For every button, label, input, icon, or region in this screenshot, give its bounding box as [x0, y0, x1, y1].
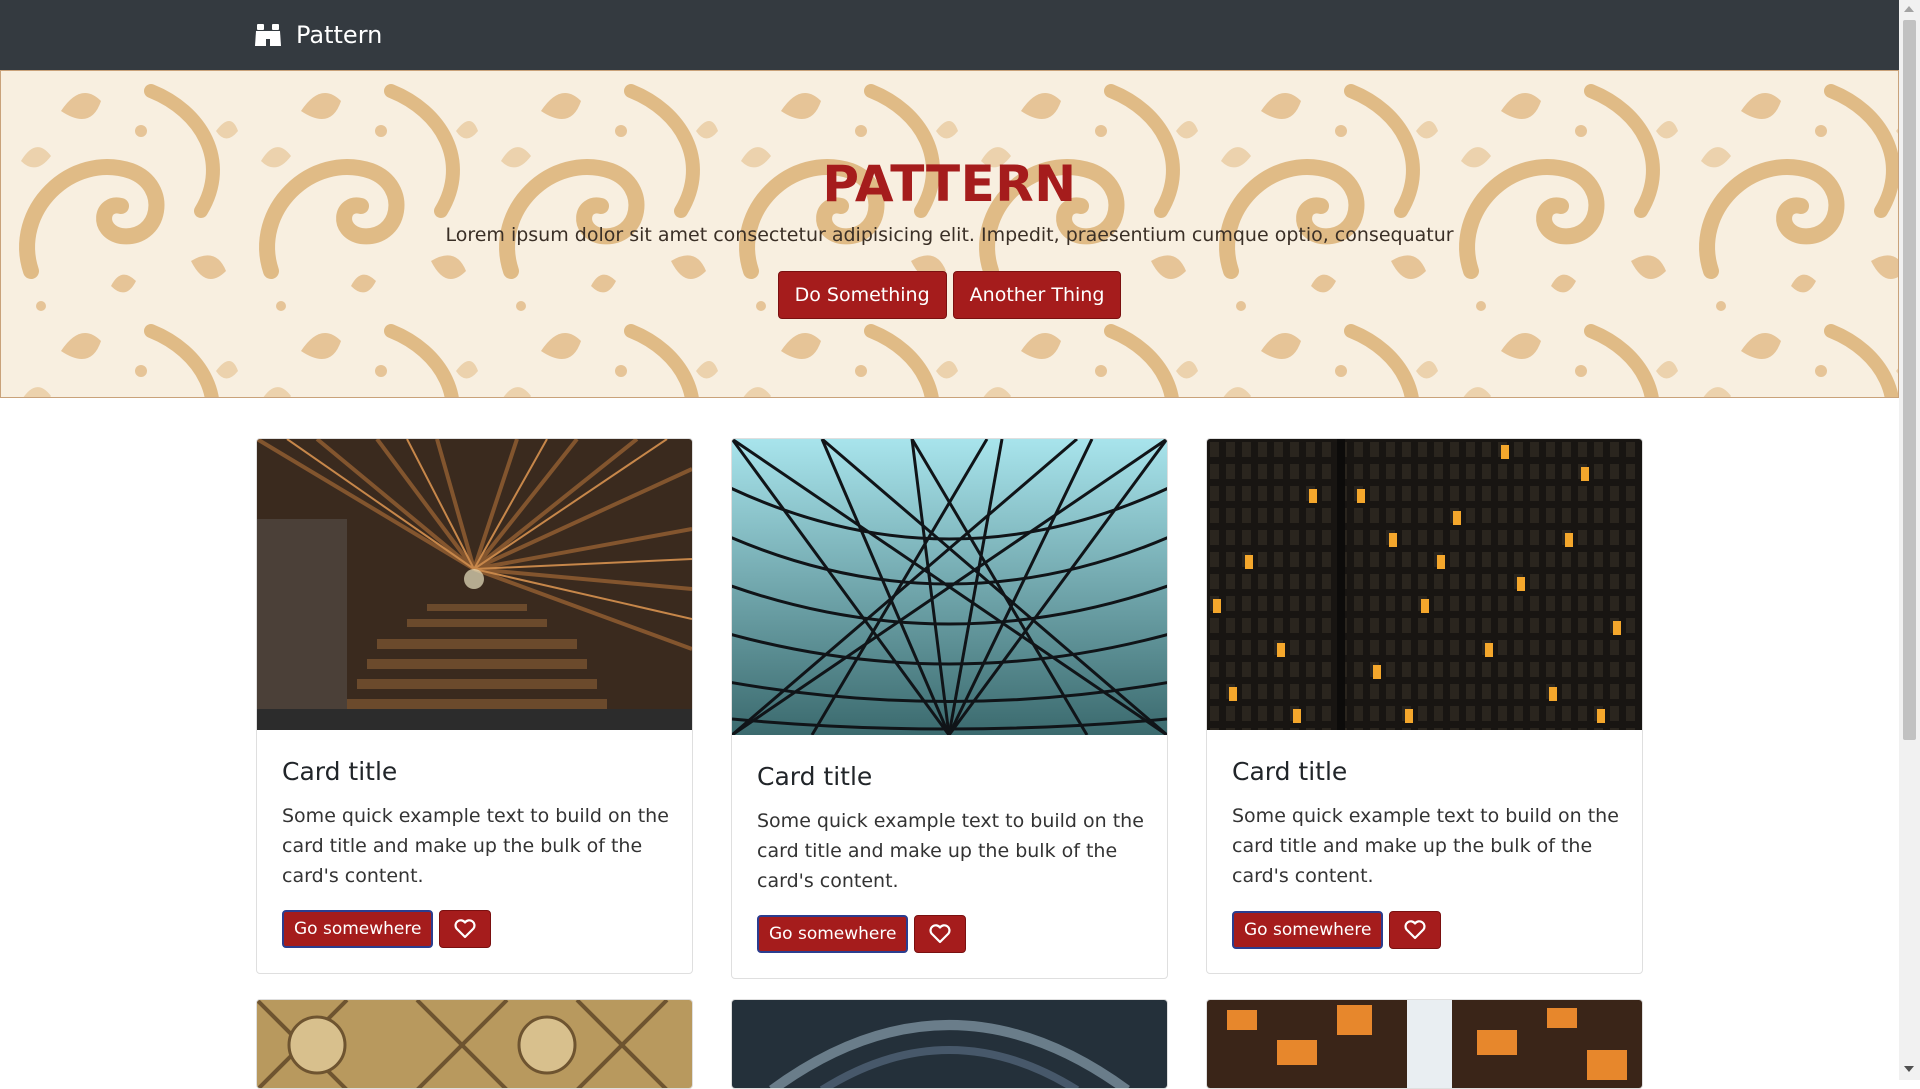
card-text: Some quick example text to build on the …	[1232, 805, 1619, 887]
card-image	[1207, 1000, 1642, 1088]
go-somewhere-button[interactable]: Go somewhere	[757, 915, 909, 953]
card-title: Card title	[1232, 757, 1348, 786]
hero-actions: Do Something Another Thing	[1, 271, 1898, 319]
binoculars-icon	[254, 22, 282, 48]
card-title: Card title	[282, 757, 398, 786]
hero-banner: PATTERN Lorem ipsum dolor sit amet conse…	[0, 70, 1899, 398]
card-actions: Go somewhere	[1232, 911, 1442, 949]
card-image	[732, 439, 1167, 735]
card-actions: Go somewhere	[757, 915, 967, 953]
heart-icon	[1404, 920, 1426, 940]
favorite-button[interactable]	[1389, 911, 1442, 949]
hero-title: PATTERN	[822, 155, 1077, 213]
card: Card title Some quick example text to bu…	[256, 438, 693, 974]
go-somewhere-button[interactable]: Go somewhere	[1232, 911, 1384, 949]
another-thing-button[interactable]: Another Thing	[952, 271, 1122, 319]
hero-subtitle: Lorem ipsum dolor sit amet consectetur a…	[445, 224, 1454, 246]
navbar-brand[interactable]: Pattern	[254, 0, 382, 70]
card: Card title Some quick example text to bu…	[1206, 438, 1643, 974]
card-text: Some quick example text to build on the …	[282, 805, 669, 887]
scroll-down-arrow[interactable]	[1904, 1066, 1914, 1072]
heart-icon	[929, 924, 951, 944]
card-title: Card title	[757, 762, 873, 791]
card-image	[257, 1000, 692, 1088]
favorite-button[interactable]	[914, 915, 967, 953]
card-image	[732, 1000, 1167, 1088]
go-somewhere-button[interactable]: Go somewhere	[282, 910, 434, 948]
navbar: Pattern	[0, 0, 1899, 70]
scroll-up-arrow[interactable]	[1904, 6, 1914, 12]
favorite-button[interactable]	[439, 910, 492, 948]
card-image	[1207, 439, 1642, 730]
scrollbar-thumb[interactable]	[1903, 20, 1916, 740]
vertical-scrollbar[interactable]	[1899, 0, 1920, 1080]
heart-icon	[454, 919, 476, 939]
do-something-button[interactable]: Do Something	[777, 271, 947, 319]
card-actions: Go somewhere	[282, 910, 492, 948]
card-image	[257, 439, 692, 730]
card-partial	[1206, 999, 1643, 1089]
card-text: Some quick example text to build on the …	[757, 810, 1144, 892]
card-partial	[256, 999, 693, 1089]
card-partial	[731, 999, 1168, 1089]
card: Card title Some quick example text to bu…	[731, 438, 1168, 979]
brand-label: Pattern	[296, 21, 383, 49]
